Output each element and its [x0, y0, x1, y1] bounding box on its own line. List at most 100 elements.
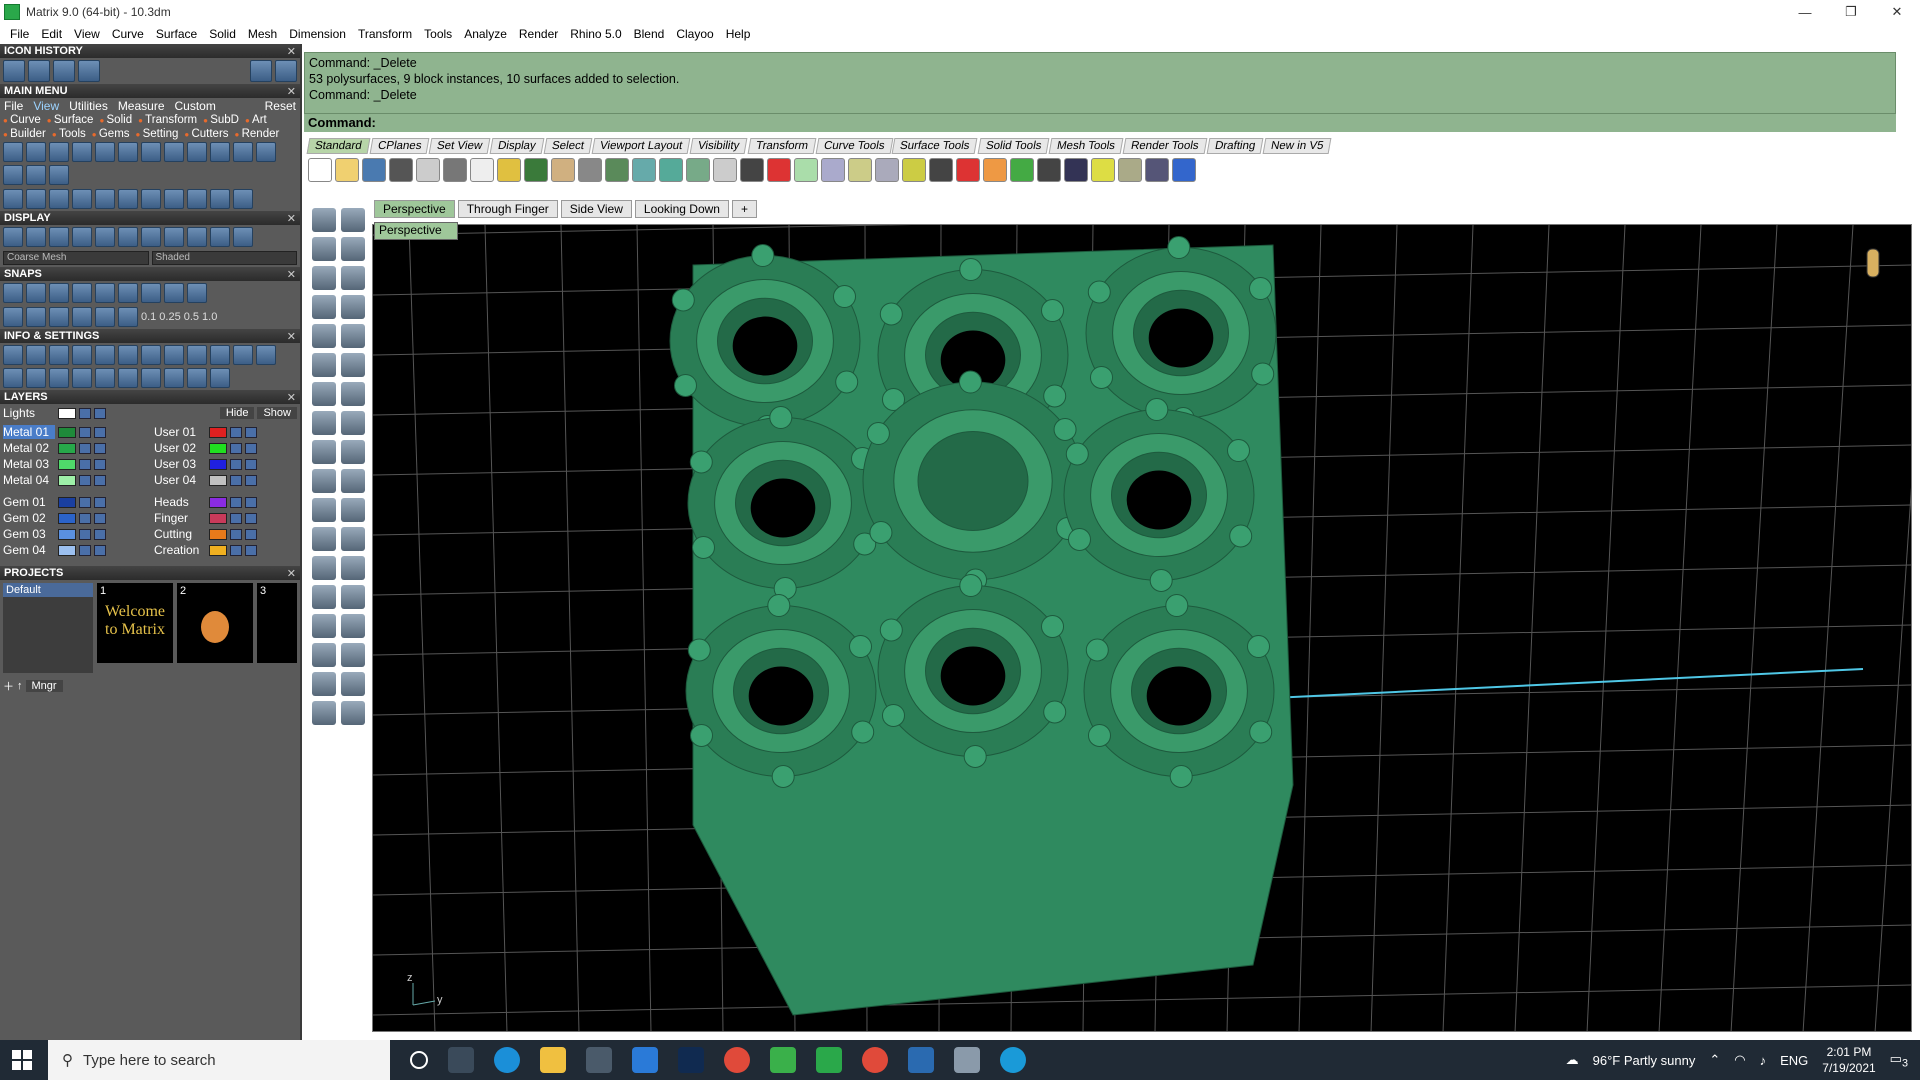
main-menu-tag[interactable]: Curve: [3, 114, 41, 126]
project-thumb[interactable]: 1 Welcome to Matrix: [97, 583, 173, 663]
photos-icon[interactable]: [908, 1047, 934, 1073]
toolbar-tab[interactable]: Transform: [747, 138, 817, 154]
menu-item-solid[interactable]: Solid: [203, 27, 242, 41]
snap-icon[interactable]: [26, 283, 46, 303]
layer-visible-icon[interactable]: [245, 474, 257, 486]
info-icon[interactable]: [210, 368, 230, 388]
menu-item-help[interactable]: Help: [720, 27, 757, 41]
prong[interactable]: [881, 703, 905, 727]
side-tool-icon[interactable]: [341, 208, 365, 232]
tool-icon[interactable]: [256, 142, 276, 162]
main-menu-item[interactable]: Measure: [118, 99, 165, 113]
menu-item-rhino-5-0[interactable]: Rhino 5.0: [564, 27, 627, 41]
windows-start-icon[interactable]: [12, 1050, 32, 1070]
snap-icon[interactable]: [49, 283, 69, 303]
app-icon[interactable]: [1000, 1047, 1026, 1073]
tool-icon[interactable]: [141, 142, 161, 162]
snap-icon[interactable]: [95, 283, 115, 303]
layer-name[interactable]: Metal 04: [3, 473, 55, 487]
layer-name[interactable]: User 01: [154, 425, 206, 439]
prong[interactable]: [869, 521, 893, 545]
info-icon[interactable]: [233, 345, 253, 365]
side-tool-icon[interactable]: [341, 382, 365, 406]
layer-toggle[interactable]: [94, 407, 106, 419]
main-menu-tag[interactable]: Builder: [3, 128, 46, 140]
volume-icon[interactable]: ♪: [1760, 1053, 1767, 1068]
menu-item-edit[interactable]: Edit: [35, 27, 68, 41]
prong[interactable]: [687, 638, 711, 662]
layer-row[interactable]: User 01: [154, 424, 297, 440]
prong[interactable]: [691, 535, 715, 559]
toolbar-tab[interactable]: Render Tools: [1122, 138, 1207, 154]
display-icon[interactable]: [72, 227, 92, 247]
perspective-viewport[interactable]: z y: [372, 224, 1912, 1032]
prong[interactable]: [1065, 442, 1089, 466]
toolbar-icon[interactable]: [443, 158, 467, 182]
layer-visible-icon[interactable]: [94, 528, 106, 540]
tool-icon[interactable]: [233, 142, 253, 162]
snap-value[interactable]: 0.25: [159, 311, 180, 323]
file-explorer-icon[interactable]: [540, 1047, 566, 1073]
side-tool-icon[interactable]: [312, 208, 336, 232]
prong[interactable]: [1167, 236, 1191, 260]
toolbar-icon[interactable]: [362, 158, 386, 182]
sphere-icon[interactable]: [210, 227, 230, 247]
layer-lock-icon[interactable]: [79, 512, 91, 524]
prong[interactable]: [959, 574, 983, 598]
prong[interactable]: [835, 370, 859, 394]
menu-item-surface[interactable]: Surface: [150, 27, 203, 41]
sphere-icon[interactable]: [233, 227, 253, 247]
info-icon[interactable]: [141, 368, 161, 388]
side-tool-icon[interactable]: [312, 382, 336, 406]
cortana-icon[interactable]: [410, 1051, 428, 1069]
main-menu-item[interactable]: Utilities: [69, 99, 108, 113]
snap-icon[interactable]: [72, 307, 92, 327]
layer-color-swatch[interactable]: [209, 458, 227, 470]
chrome-icon[interactable]: [724, 1047, 750, 1073]
show-button[interactable]: Show: [257, 407, 297, 419]
tool-icon[interactable]: [49, 165, 69, 185]
layer-visible-icon[interactable]: [245, 544, 257, 556]
sphere-icon[interactable]: [187, 227, 207, 247]
menu-item-tools[interactable]: Tools: [418, 27, 458, 41]
weather-text[interactable]: 96°F Partly sunny: [1593, 1053, 1696, 1068]
prong[interactable]: [1229, 524, 1253, 548]
close-icon[interactable]: ✕: [287, 212, 296, 225]
layer-color-swatch[interactable]: [58, 458, 76, 470]
main-menu-tag[interactable]: SubD: [203, 114, 239, 126]
toolbar-icon[interactable]: [821, 158, 845, 182]
layer-color-swatch[interactable]: [209, 426, 227, 438]
tool-icon[interactable]: [118, 189, 138, 209]
viewport-tab[interactable]: +: [731, 200, 757, 218]
layer-row[interactable]: Metal 02: [3, 440, 146, 456]
layer-row[interactable]: Gem 01: [3, 494, 146, 510]
toolbar-icon[interactable]: [524, 158, 548, 182]
project-default[interactable]: Default: [3, 583, 93, 597]
history-icon[interactable]: [53, 60, 75, 82]
toolbar-tab[interactable]: Mesh Tools: [1048, 138, 1124, 154]
menu-item-file[interactable]: File: [4, 27, 35, 41]
maximize-button[interactable]: ❐: [1828, 0, 1874, 24]
layer-color-swatch[interactable]: [58, 528, 76, 540]
layer-lock-icon[interactable]: [230, 458, 242, 470]
layer-color-swatch[interactable]: [58, 442, 76, 454]
layer-lock-icon[interactable]: [230, 496, 242, 508]
layer-name[interactable]: Metal 01: [3, 425, 55, 439]
tool-icon[interactable]: [26, 142, 46, 162]
prong[interactable]: [1087, 280, 1111, 304]
side-tool-icon[interactable]: [312, 614, 336, 638]
layer-color-swatch[interactable]: [58, 426, 76, 438]
info-icon[interactable]: [26, 368, 46, 388]
project-thumb[interactable]: 3: [257, 583, 297, 663]
layer-name[interactable]: Heads: [154, 495, 206, 509]
toolbar-icon[interactable]: [929, 158, 953, 182]
info-icon[interactable]: [95, 345, 115, 365]
weather-icon[interactable]: ☁: [1566, 1052, 1579, 1068]
tool-icon[interactable]: [72, 142, 92, 162]
close-icon[interactable]: ✕: [287, 567, 296, 580]
matrix-icon[interactable]: [816, 1047, 842, 1073]
search-icon[interactable]: [26, 345, 46, 365]
info-icon[interactable]: [118, 368, 138, 388]
history-icon[interactable]: [28, 60, 50, 82]
toolbar-icon[interactable]: [308, 158, 332, 182]
